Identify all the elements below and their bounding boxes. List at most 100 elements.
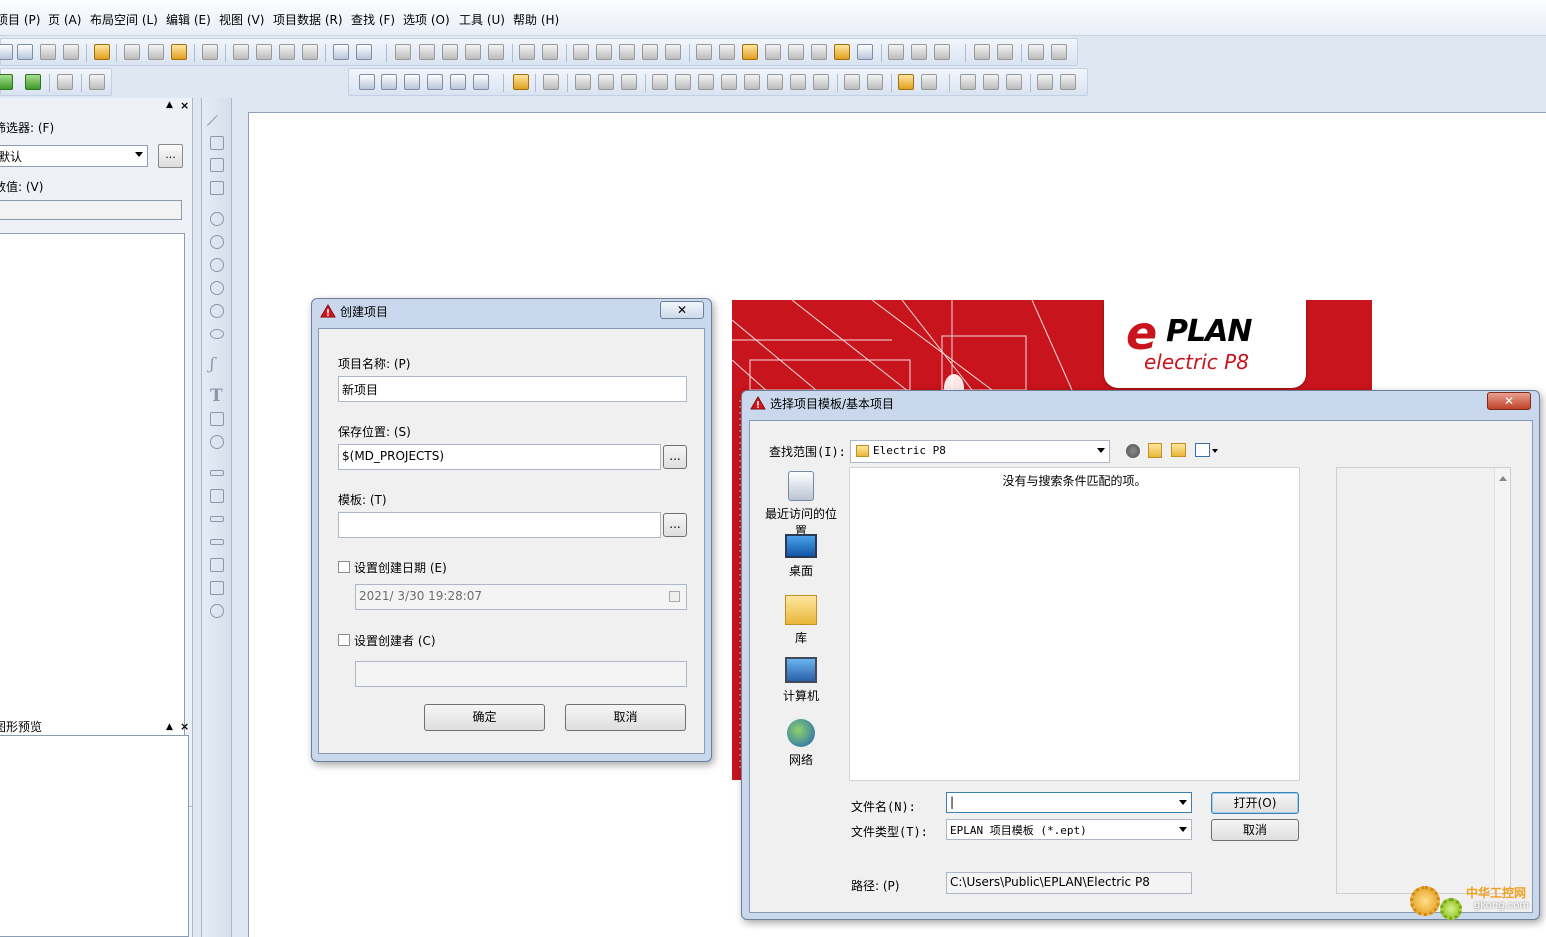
- snap-grid-icon[interactable]: [696, 44, 712, 60]
- screen-icon[interactable]: [356, 44, 372, 60]
- grid-e-icon[interactable]: [665, 44, 681, 60]
- dimension-linear-icon[interactable]: [210, 470, 224, 476]
- filter-more-button[interactable]: ...: [158, 144, 183, 168]
- line-style-a-icon[interactable]: [888, 44, 904, 60]
- arc-3pt-tool-icon[interactable]: [210, 281, 224, 295]
- page-properties-icon[interactable]: [40, 44, 56, 60]
- ruler-icon[interactable]: [857, 44, 873, 60]
- panel-close-icon[interactable]: ×: [180, 99, 189, 112]
- circle-3pt-tool-icon[interactable]: [210, 235, 224, 249]
- corner-g-icon[interactable]: [790, 74, 806, 90]
- forward-arrow-icon[interactable]: [542, 44, 558, 60]
- menu-edit[interactable]: 编辑 (E): [166, 11, 211, 28]
- preview-close-icon[interactable]: ×: [180, 720, 189, 733]
- page-c-icon[interactable]: [404, 74, 420, 90]
- grid-c-icon[interactable]: [619, 44, 635, 60]
- tree-icon[interactable]: [0, 74, 13, 90]
- line-style-c-icon[interactable]: [934, 44, 950, 60]
- menu-page[interactable]: 页 (A): [48, 11, 81, 28]
- create-project-close-button[interactable]: ✕: [660, 301, 704, 319]
- polyline-tool-icon[interactable]: [210, 136, 224, 150]
- connector-b-icon[interactable]: [598, 74, 614, 90]
- menu-project-data[interactable]: 项目数据 (R): [273, 11, 343, 28]
- back-arrow-icon[interactable]: [519, 44, 535, 60]
- page-tree[interactable]: [0, 233, 185, 775]
- ellipse-tool-icon[interactable]: [210, 329, 224, 339]
- cross-icon[interactable]: [983, 74, 999, 90]
- cursor-b-icon[interactable]: [997, 44, 1013, 60]
- dimension-angle-icon[interactable]: [210, 581, 224, 595]
- menu-find[interactable]: 查找 (F): [351, 11, 395, 28]
- back-icon[interactable]: [1126, 444, 1140, 458]
- corner-f-icon[interactable]: [767, 74, 783, 90]
- check-icon[interactable]: [333, 44, 349, 60]
- dimension-increment-icon[interactable]: [210, 539, 224, 545]
- sector-tool-icon[interactable]: [210, 304, 224, 318]
- spline-tool-icon[interactable]: ʃ: [210, 354, 214, 373]
- undo-list-icon[interactable]: [256, 44, 272, 60]
- puzzle-icon[interactable]: [25, 74, 41, 90]
- lookin-select[interactable]: Electric P8: [850, 440, 1110, 463]
- device-icon[interactable]: [513, 74, 529, 90]
- preview-scrollbar[interactable]: [1494, 468, 1510, 893]
- open-button[interactable]: 打开(O): [1211, 792, 1299, 814]
- page-e-icon[interactable]: [450, 74, 466, 90]
- undo-icon[interactable]: [233, 44, 249, 60]
- corner-d-icon[interactable]: [721, 74, 737, 90]
- connector-c-icon[interactable]: [621, 74, 637, 90]
- corner-h-icon[interactable]: [813, 74, 829, 90]
- dimension-chain-icon[interactable]: [210, 516, 224, 522]
- connector-a-icon[interactable]: [575, 74, 591, 90]
- paste-icon[interactable]: [171, 44, 187, 60]
- place-library[interactable]: 库: [761, 595, 841, 646]
- busbar-icon[interactable]: [960, 74, 976, 90]
- menu-layout-space[interactable]: 布局空间 (L): [90, 11, 158, 28]
- hyperlink-tool-icon[interactable]: [210, 435, 224, 449]
- hatch-icon[interactable]: [921, 74, 937, 90]
- preview-pin-icon[interactable]: ▲: [166, 722, 173, 732]
- cancel-button[interactable]: 取消: [565, 704, 686, 731]
- dimension-radius-icon[interactable]: [210, 604, 224, 618]
- counter-icon[interactable]: [834, 44, 850, 60]
- corner-a-icon[interactable]: [652, 74, 668, 90]
- redo-icon[interactable]: [279, 44, 295, 60]
- select-template-close-button[interactable]: ✕: [1487, 392, 1531, 410]
- print-icon[interactable]: [63, 44, 79, 60]
- menu-help[interactable]: 帮助 (H): [513, 11, 559, 28]
- branch-icon[interactable]: [1006, 74, 1022, 90]
- angle-icon[interactable]: [1037, 74, 1053, 90]
- polygon-tool-icon[interactable]: [210, 158, 224, 172]
- redo-list-icon[interactable]: [302, 44, 318, 60]
- project-name-input[interactable]: 新项目: [338, 376, 687, 402]
- up-folder-icon[interactable]: [1148, 443, 1162, 458]
- dimension-base-icon[interactable]: [210, 558, 224, 572]
- junction-icon[interactable]: [1060, 74, 1076, 90]
- cut-icon[interactable]: [124, 44, 140, 60]
- place-network[interactable]: 网络: [761, 719, 841, 768]
- menu-tools[interactable]: 工具 (U): [459, 11, 505, 28]
- zoom-in-icon[interactable]: [442, 44, 458, 60]
- zoom-window-icon[interactable]: [419, 44, 435, 60]
- grid-d-icon[interactable]: [642, 44, 658, 60]
- zoom-out-icon[interactable]: [465, 44, 481, 60]
- set-creator-checkbox[interactable]: [338, 634, 350, 646]
- value-input[interactable]: [0, 200, 182, 220]
- bars-icon[interactable]: [89, 74, 105, 90]
- black-box-icon[interactable]: [898, 74, 914, 90]
- terminal-icon[interactable]: [543, 74, 559, 90]
- wrench-icon[interactable]: [94, 44, 110, 60]
- filter-select[interactable]: 默认: [0, 145, 148, 167]
- cart-icon[interactable]: [1028, 44, 1044, 60]
- interrupt-a-icon[interactable]: [844, 74, 860, 90]
- interrupt-b-icon[interactable]: [867, 74, 883, 90]
- browse-location-button[interactable]: ...: [663, 445, 687, 469]
- page-f-icon[interactable]: [473, 74, 489, 90]
- rectangle-tool-icon[interactable]: [210, 181, 224, 195]
- zoom-all-icon[interactable]: [488, 44, 504, 60]
- corner-c-icon[interactable]: [698, 74, 714, 90]
- dots-icon[interactable]: [57, 74, 73, 90]
- line-tool-icon[interactable]: [207, 115, 227, 135]
- menu-view[interactable]: 视图 (V): [219, 11, 264, 28]
- new-folder-icon[interactable]: [1171, 443, 1186, 457]
- view-menu-icon[interactable]: [1195, 443, 1210, 457]
